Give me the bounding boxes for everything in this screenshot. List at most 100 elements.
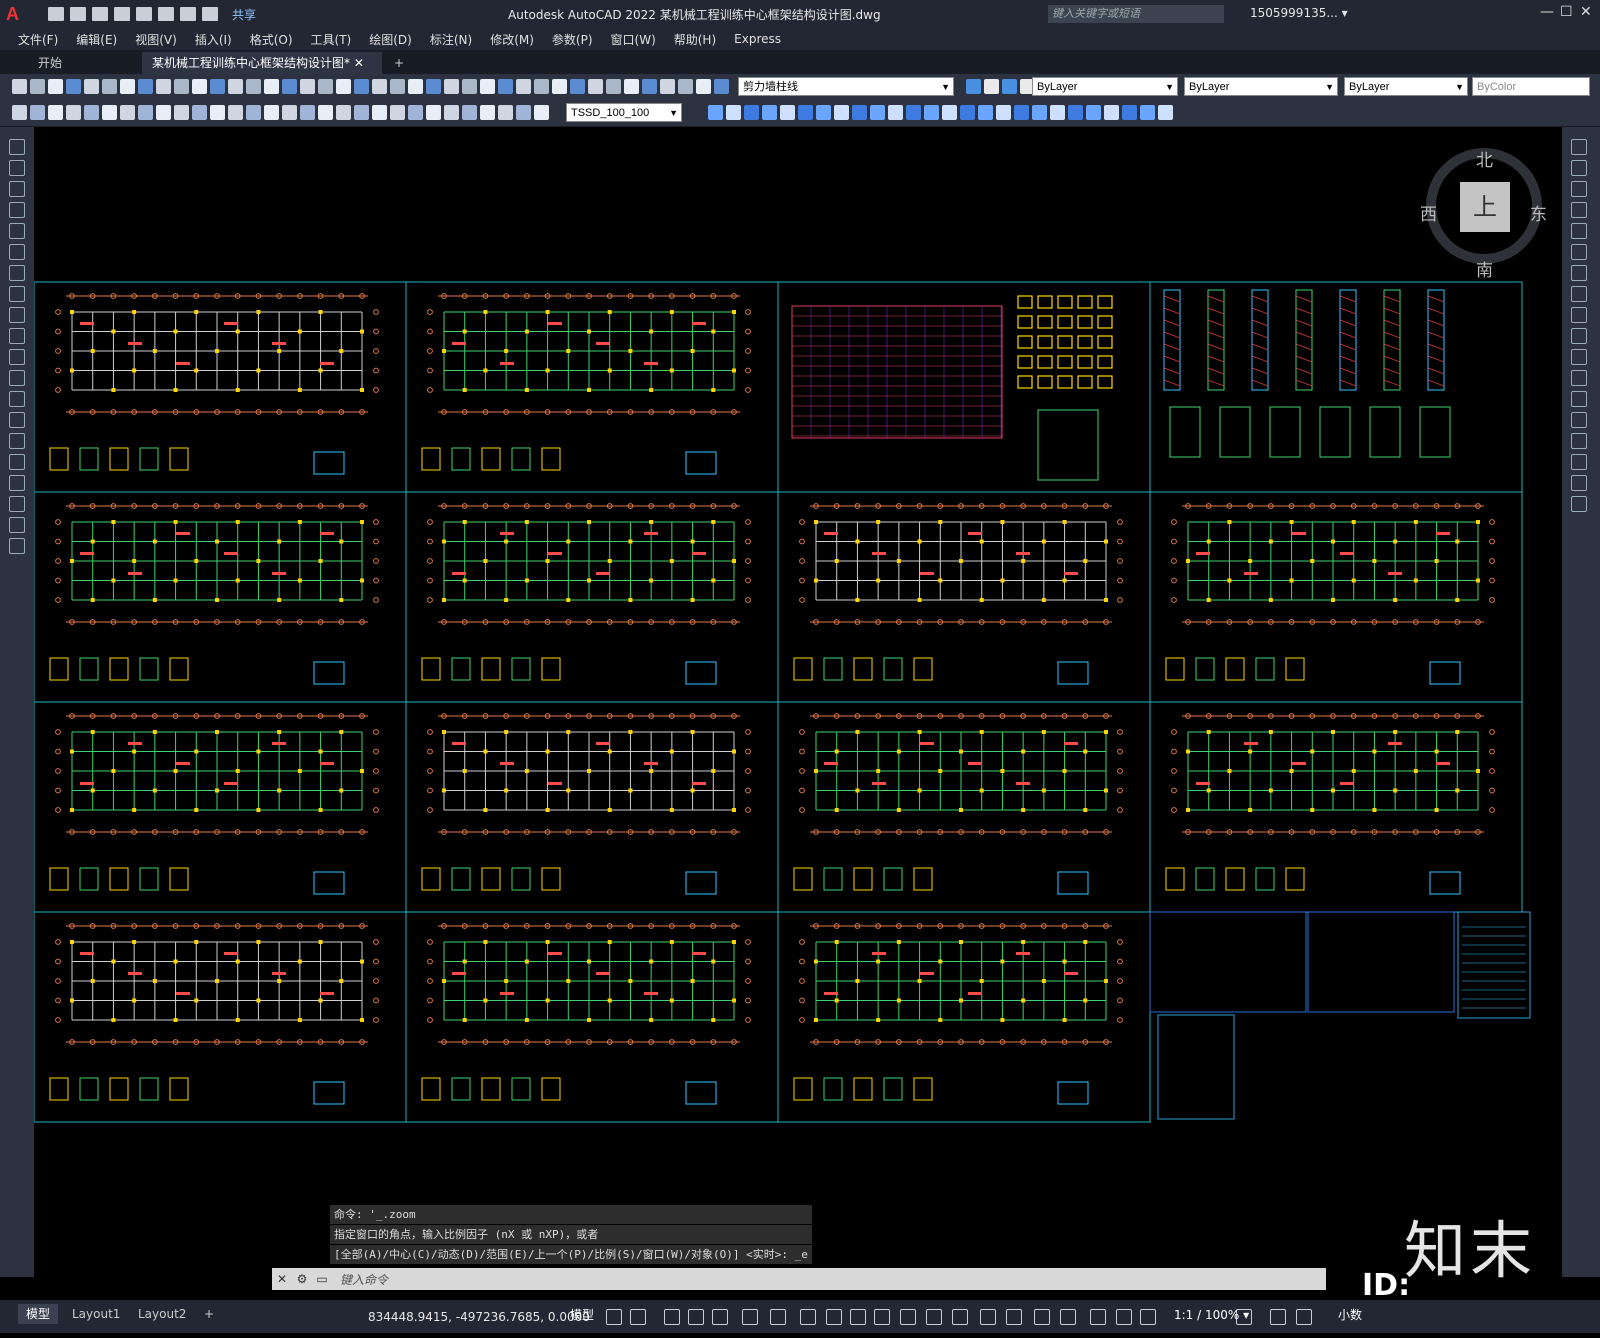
dim-tool-icon[interactable] xyxy=(534,105,549,120)
status-toggle-icon[interactable] xyxy=(900,1309,916,1325)
draw-tool-icon[interactable] xyxy=(9,517,25,533)
draw-tool-icon[interactable] xyxy=(9,433,25,449)
draw-tool-icon[interactable] xyxy=(9,370,25,386)
menu-format[interactable]: 格式(O) xyxy=(250,31,293,48)
tab-model[interactable]: 模型 xyxy=(18,1304,59,1324)
modify-tool-icon[interactable] xyxy=(1122,105,1137,120)
draw-tool-icon[interactable] xyxy=(9,286,25,302)
customize-wrench-icon[interactable]: ⚙ xyxy=(292,1272,312,1286)
annotation-scale[interactable]: 1:1 / 100% ▾ xyxy=(1166,1305,1257,1325)
layer-combo[interactable]: 剪力墙柱线 ▼ xyxy=(738,77,954,96)
menu-tools[interactable]: 工具(T) xyxy=(311,31,352,48)
new-file-icon[interactable] xyxy=(48,7,64,21)
modify-tool-icon[interactable] xyxy=(1571,223,1587,239)
minimize-icon[interactable]: — xyxy=(1540,4,1554,20)
tool-icon[interactable] xyxy=(552,79,567,94)
draw-tool-icon[interactable] xyxy=(9,328,25,344)
plotstyle-combo[interactable]: ByColor xyxy=(1472,77,1590,96)
modify-tool-icon[interactable] xyxy=(1571,244,1587,260)
share-button[interactable]: 共享 xyxy=(232,6,256,23)
tool-icon[interactable] xyxy=(516,79,531,94)
modify-tool-icon[interactable] xyxy=(780,105,795,120)
layer-tool-icon[interactable] xyxy=(966,79,981,94)
dimstyle-combo[interactable]: TSSD_100_100 ▼ xyxy=(566,103,682,122)
compass-east[interactable]: 东 xyxy=(1530,200,1547,225)
modify-tool-icon[interactable] xyxy=(1086,105,1101,120)
save-icon[interactable] xyxy=(92,7,108,21)
dim-tool-icon[interactable] xyxy=(120,105,135,120)
save-as-icon[interactable] xyxy=(114,7,130,21)
modify-tool-icon[interactable] xyxy=(1571,433,1587,449)
status-toggle-icon[interactable] xyxy=(664,1309,680,1325)
search-input[interactable]: 键入关键字或短语 xyxy=(1048,5,1224,23)
tool-icon[interactable] xyxy=(660,79,675,94)
dim-tool-icon[interactable] xyxy=(66,105,81,120)
menu-insert[interactable]: 插入(I) xyxy=(195,31,232,48)
modify-tool-icon[interactable] xyxy=(1571,328,1587,344)
dim-tool-icon[interactable] xyxy=(408,105,423,120)
tool-icon[interactable] xyxy=(228,79,243,94)
tab-close-icon[interactable]: ✕ xyxy=(354,56,364,70)
model-space-button[interactable]: 模型 xyxy=(562,1305,602,1325)
color-combo[interactable]: ByLayer ▼ xyxy=(1032,77,1178,96)
modify-tool-icon[interactable] xyxy=(1068,105,1083,120)
menu-parametric[interactable]: 参数(P) xyxy=(552,31,593,48)
tool-icon[interactable] xyxy=(570,79,585,94)
modify-tool-icon[interactable] xyxy=(1571,349,1587,365)
tool-icon[interactable] xyxy=(696,79,711,94)
dim-tool-icon[interactable] xyxy=(282,105,297,120)
command-input[interactable]: 键入命令 xyxy=(340,1271,388,1288)
tool-icon[interactable] xyxy=(174,79,189,94)
maximize-icon[interactable]: ☐ xyxy=(1560,4,1573,20)
close-icon[interactable]: ✕ xyxy=(272,1272,292,1286)
tool-icon[interactable] xyxy=(264,79,279,94)
draw-tool-icon[interactable] xyxy=(9,538,25,554)
tool-icon[interactable] xyxy=(336,79,351,94)
web-mobile-icon[interactable] xyxy=(136,7,152,21)
modify-tool-icon[interactable] xyxy=(1571,286,1587,302)
modify-tool-icon[interactable] xyxy=(798,105,813,120)
draw-tool-icon[interactable] xyxy=(9,454,25,470)
dim-tool-icon[interactable] xyxy=(336,105,351,120)
draw-tool-icon[interactable] xyxy=(9,160,25,176)
units-display[interactable]: 小数 xyxy=(1330,1305,1370,1325)
drawing-canvas[interactable] xyxy=(34,127,1562,1277)
status-toggle-icon[interactable] xyxy=(606,1309,622,1325)
status-toggle-icon[interactable] xyxy=(952,1309,968,1325)
status-toggle-icon[interactable] xyxy=(1116,1309,1132,1325)
tool-icon[interactable] xyxy=(714,79,729,94)
menu-file[interactable]: 文件(F) xyxy=(18,31,58,48)
modify-tool-icon[interactable] xyxy=(1571,370,1587,386)
recent-commands-icon[interactable]: ▭ xyxy=(312,1272,332,1286)
menu-draw[interactable]: 绘图(D) xyxy=(369,31,412,48)
draw-tool-icon[interactable] xyxy=(9,139,25,155)
draw-tool-icon[interactable] xyxy=(9,475,25,491)
dim-tool-icon[interactable] xyxy=(210,105,225,120)
dim-tool-icon[interactable] xyxy=(138,105,153,120)
dim-tool-icon[interactable] xyxy=(354,105,369,120)
tool-icon[interactable] xyxy=(84,79,99,94)
menu-window[interactable]: 窗口(W) xyxy=(611,31,656,48)
plot-icon[interactable] xyxy=(158,7,174,21)
modify-tool-icon[interactable] xyxy=(1014,105,1029,120)
tool-icon[interactable] xyxy=(444,79,459,94)
status-toggle-icon[interactable] xyxy=(826,1309,842,1325)
menu-help[interactable]: 帮助(H) xyxy=(674,31,716,48)
modify-tool-icon[interactable] xyxy=(1140,105,1155,120)
modify-tool-icon[interactable] xyxy=(1571,496,1587,512)
status-toggle-icon[interactable] xyxy=(800,1309,816,1325)
tool-icon[interactable] xyxy=(156,79,171,94)
tool-icon[interactable] xyxy=(12,79,27,94)
dim-tool-icon[interactable] xyxy=(264,105,279,120)
modify-tool-icon[interactable] xyxy=(1571,391,1587,407)
dim-tool-icon[interactable] xyxy=(480,105,495,120)
tool-icon[interactable] xyxy=(48,79,63,94)
modify-tool-icon[interactable] xyxy=(726,105,741,120)
modify-tool-icon[interactable] xyxy=(1104,105,1119,120)
modify-tool-icon[interactable] xyxy=(816,105,831,120)
status-toggle-icon[interactable] xyxy=(1034,1309,1050,1325)
menu-modify[interactable]: 修改(M) xyxy=(490,31,534,48)
tool-icon[interactable] xyxy=(588,79,603,94)
dim-tool-icon[interactable] xyxy=(84,105,99,120)
add-layout-button[interactable]: + xyxy=(196,1304,222,1324)
